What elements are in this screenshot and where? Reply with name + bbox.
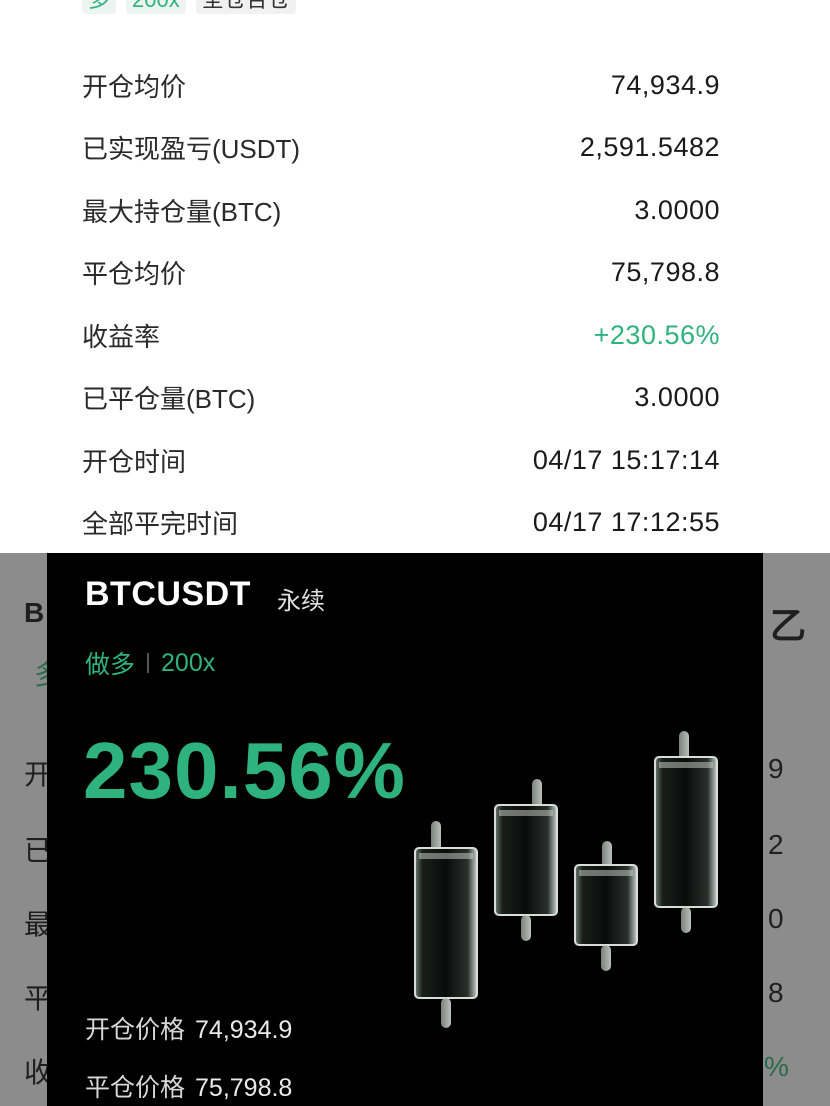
leverage-tag: 200x <box>126 0 186 14</box>
ghost-value: 8 <box>768 977 784 1008</box>
divider <box>147 653 150 673</box>
row-closed-qty: 已平仓量(BTC) 3.0000 <box>82 367 720 430</box>
row-label: 开仓均价 <box>82 71 187 102</box>
row-label: 开仓时间 <box>82 446 187 477</box>
open-price-label: 开仓价格 <box>85 1016 186 1044</box>
close-price-value: 75,798.8 <box>195 1074 293 1102</box>
row-value: 2,591.5482 <box>579 132 720 163</box>
row-label: 全部平完时间 <box>82 509 239 540</box>
row-close-avg-price: 平仓均价 75,798.8 <box>82 242 720 305</box>
row-open-time: 开仓时间 04/17 15:17:14 <box>82 429 720 492</box>
ghost-icon: 乙 <box>770 605 807 646</box>
row-value: +230.56% <box>593 319 720 350</box>
candle-2 <box>494 779 558 941</box>
candle-3 <box>574 841 638 971</box>
card-contract-type: 永续 <box>277 588 325 615</box>
row-value: 3.0000 <box>634 194 720 225</box>
card-leverage: 200x <box>161 648 216 677</box>
ghost-value: % <box>764 1051 789 1082</box>
candle-4 <box>654 731 718 933</box>
close-price-label: 平仓价格 <box>85 1074 186 1102</box>
row-label: 已实现盈亏(USDT) <box>82 134 301 165</box>
pnl-share-card: BTCUSDT 永续 做多 200x 230.56% 开仓价格 74,934.9… <box>47 553 763 1106</box>
card-side: 做多 <box>85 651 136 679</box>
details-list: 开仓均价 74,934.9 已实现盈亏(USDT) 2,591.5482 最大持… <box>82 54 720 554</box>
row-label: 平仓均价 <box>82 259 187 290</box>
row-open-avg-price: 开仓均价 74,934.9 <box>82 54 720 117</box>
open-price-value: 74,934.9 <box>195 1016 293 1044</box>
row-roi: 收益率 +230.56% <box>82 304 720 367</box>
card-open-price: 开仓价格 74,934.9 <box>85 1010 292 1046</box>
ghost-value: 2 <box>768 829 784 860</box>
side-tag: 多 <box>82 0 117 14</box>
row-value: 74,934.9 <box>610 69 720 100</box>
row-label: 收益率 <box>82 321 161 352</box>
row-value: 3.0000 <box>634 382 720 413</box>
position-details-panel: 多 200x 全仓合仓 开仓均价 74,934.9 已实现盈亏(USDT) 2,… <box>0 0 830 553</box>
row-value: 75,798.8 <box>610 257 720 288</box>
glass-candlesticks-graphic <box>414 731 718 1028</box>
candle-1 <box>414 821 478 1028</box>
row-value: 04/17 15:17:14 <box>532 444 720 475</box>
card-side-leverage: 做多 200x <box>85 645 215 681</box>
card-roi: 230.56% <box>83 726 406 815</box>
row-max-position: 最大持仓量(BTC) 3.0000 <box>82 179 720 242</box>
row-realized-pnl: 已实现盈亏(USDT) 2,591.5482 <box>82 117 720 180</box>
ghost-title: B <box>24 597 45 628</box>
row-label: 最大持仓量(BTC) <box>82 196 282 227</box>
card-close-price: 平仓价格 75,798.8 <box>85 1068 292 1104</box>
row-label: 已平仓量(BTC) <box>82 384 256 415</box>
card-symbol: BTCUSDT <box>85 575 251 613</box>
margin-mode-tag: 全仓合仓 <box>195 0 296 14</box>
ghost-value: 0 <box>768 903 784 934</box>
row-full-close-time: 全部平完时间 04/17 17:12:55 <box>82 492 720 555</box>
ghost-value: 9 <box>768 753 784 784</box>
position-tags: 多 200x 全仓合仓 <box>82 0 296 14</box>
row-value: 04/17 17:12:55 <box>532 507 720 538</box>
